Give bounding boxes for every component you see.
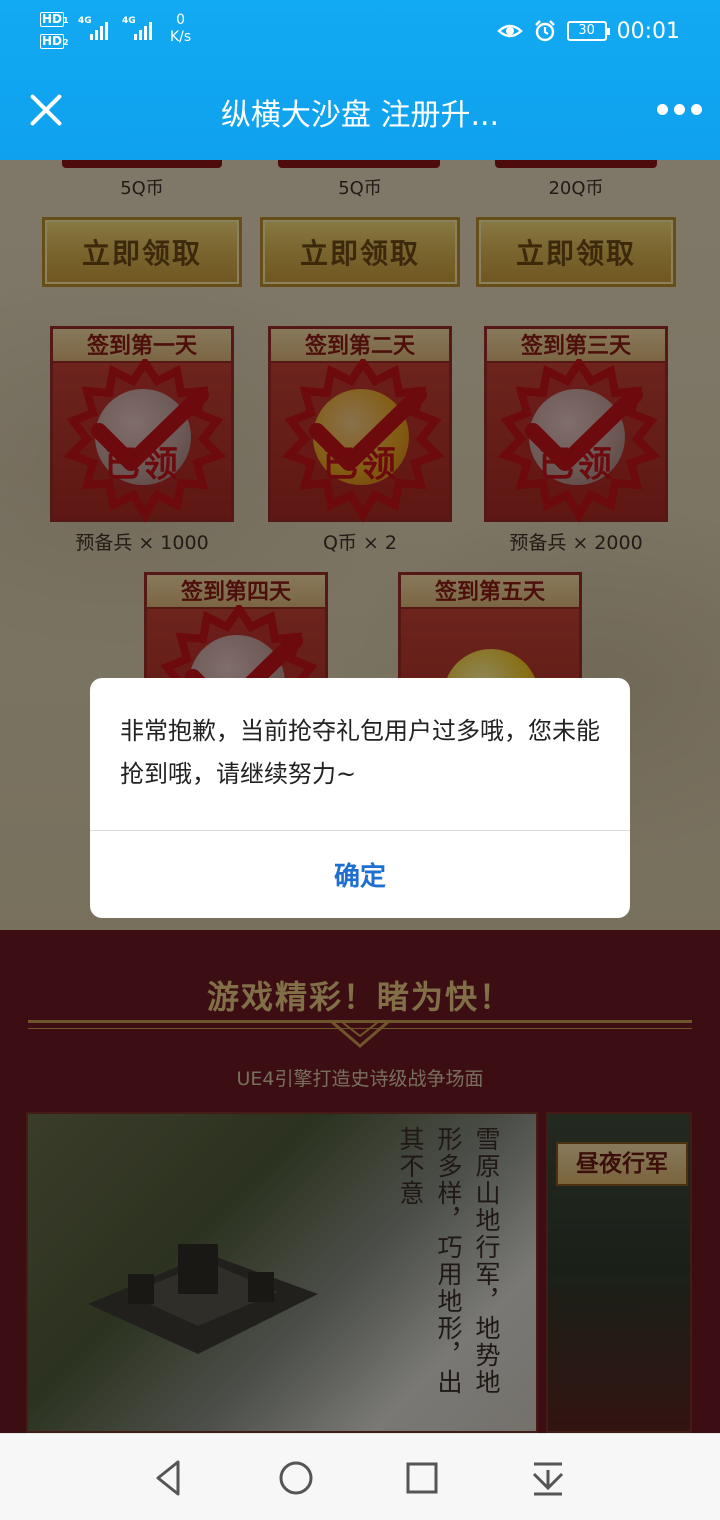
back-icon[interactable] xyxy=(148,1456,192,1500)
notification-pull-icon[interactable] xyxy=(526,1456,570,1500)
confirm-button[interactable]: 确定 xyxy=(90,831,630,918)
close-icon[interactable] xyxy=(22,86,70,134)
title-bar: 纵横大沙盘 注册升... xyxy=(0,62,720,160)
battery-indicator: 30 xyxy=(566,21,610,41)
status-clock: 00:01 xyxy=(616,18,680,44)
sim1-signal-icon xyxy=(90,18,108,40)
alarm-icon xyxy=(534,20,555,42)
sim2-hd-badge: HD xyxy=(40,34,65,49)
network-speed: 0 K/s xyxy=(170,12,191,46)
status-right-group: 30 00:01 xyxy=(496,16,680,46)
more-icon[interactable] xyxy=(656,98,702,120)
sim2-index: 2 xyxy=(63,38,69,47)
network-speed-value: 0 xyxy=(176,12,186,28)
web-content[interactable]: 5Q币 5Q币 20Q币 立即领取 立即领取 立即领取 签到第一天 已领 预备兵… xyxy=(0,160,720,1433)
page-title: 纵横大沙盘 注册升... xyxy=(220,98,500,133)
dialog-message: 非常抱歉，当前抢夺礼包用户过多哦，您未能抢到哦，请继续努力~ xyxy=(120,717,600,788)
status-bar: HD 1 HD 2 4G 4G 0 K/s 30 00:01 xyxy=(0,0,720,62)
sim2-signal-icon xyxy=(134,18,152,40)
network-speed-unit: K/s xyxy=(170,29,192,45)
app-header: HD 1 HD 2 4G 4G 0 K/s 30 00:01 纵横大沙盘 注册升… xyxy=(0,0,720,160)
eye-comfort-icon xyxy=(496,24,523,38)
home-icon[interactable] xyxy=(274,1456,318,1500)
recents-icon[interactable] xyxy=(400,1456,444,1500)
battery-level: 30 xyxy=(578,23,595,38)
sim1-index: 1 xyxy=(63,16,69,25)
alert-dialog: 非常抱歉，当前抢夺礼包用户过多哦，您未能抢到哦，请继续努力~ 确定 xyxy=(90,678,630,918)
sim1-hd-badge: HD xyxy=(40,12,65,27)
system-nav-bar xyxy=(0,1433,720,1520)
